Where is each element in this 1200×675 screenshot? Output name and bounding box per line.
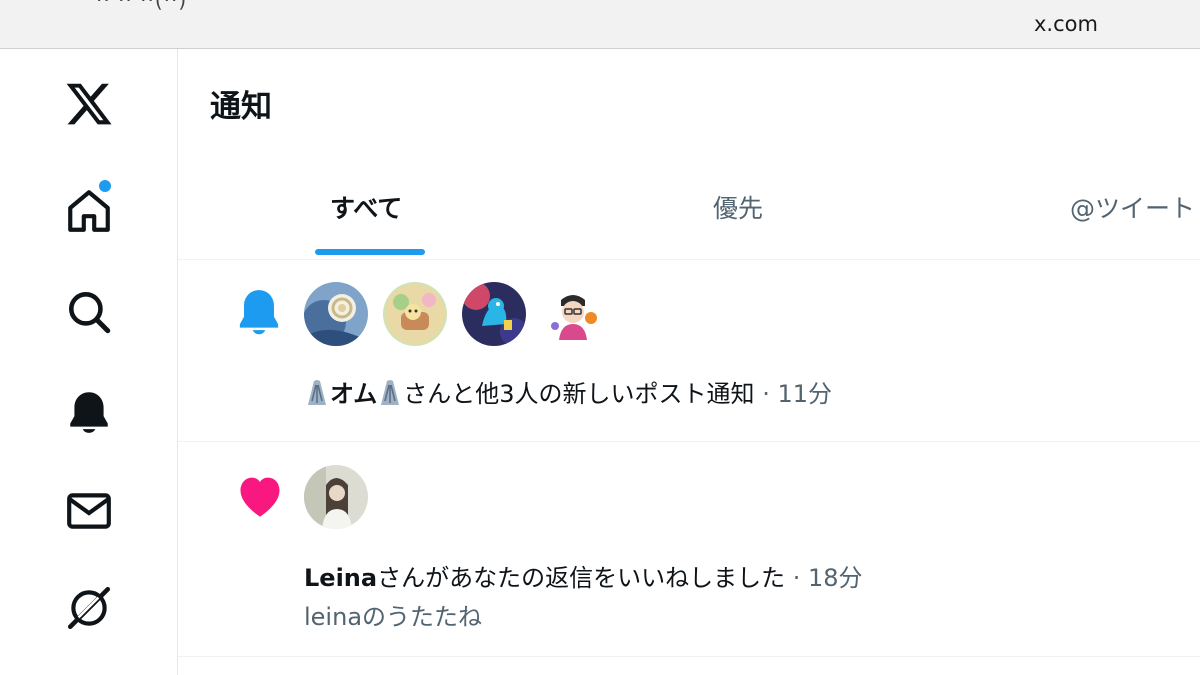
- notification-message: さんがあなたの返信をいいねしました: [377, 564, 786, 592]
- notification-message: さんと他3人の新しいポスト通知: [403, 380, 755, 408]
- notification-tabs: すべて 優先 @ツイート: [178, 179, 1200, 260]
- mail-icon[interactable]: [64, 486, 114, 536]
- timestamp: 11分: [777, 380, 832, 408]
- notifications-column: 通知 すべて 優先 @ツイート オムさんと他3人の新しいポスト通知 · 11分: [178, 49, 1200, 675]
- shell-icon: [304, 377, 330, 407]
- bell-icon[interactable]: [64, 387, 114, 437]
- x-logo-icon[interactable]: [64, 79, 114, 129]
- avatar[interactable]: [383, 282, 447, 346]
- search-icon[interactable]: [64, 287, 114, 337]
- timestamp: 18分: [807, 564, 863, 592]
- avatar[interactable]: [304, 282, 368, 346]
- tab-priority[interactable]: 優先: [713, 189, 763, 225]
- shell-icon: [377, 377, 403, 407]
- bell-filled-icon: [234, 286, 284, 342]
- address-bar-url[interactable]: x.com: [1034, 12, 1098, 36]
- tab-all[interactable]: すべて: [330, 189, 402, 225]
- browser-tab-text: ·· ·· ··(··): [96, 0, 188, 12]
- avatar[interactable]: [462, 282, 526, 346]
- home-new-indicator: [97, 178, 113, 194]
- notification-item[interactable]: Leinaさんがあなたの返信をいいねしました · 18分 leinaのうたたね: [178, 441, 1200, 657]
- avatar[interactable]: [304, 465, 368, 529]
- notification-item[interactable]: オム さんと他3人の新しいポスト通知 · 11分: [178, 260, 1200, 442]
- avatar[interactable]: [541, 282, 605, 346]
- grok-icon[interactable]: [64, 583, 114, 633]
- tab-mentions[interactable]: @ツイート: [1070, 189, 1195, 225]
- active-tab-indicator: [315, 249, 425, 255]
- separator: ·: [785, 564, 808, 592]
- page-title: 通知: [210, 89, 272, 125]
- heart-filled-icon: [234, 471, 286, 523]
- sidebar-nav: [0, 49, 178, 675]
- liked-reply-preview[interactable]: leinaのうたたね: [304, 597, 482, 632]
- separator: ·: [754, 380, 778, 408]
- notification-text: オム さんと他3人の新しいポスト通知 · 11分: [304, 374, 832, 409]
- notification-text: Leinaさんがあなたの返信をいいねしました · 18分: [304, 558, 863, 593]
- sender-name[interactable]: オム: [330, 380, 377, 408]
- browser-toolbar: ·· ·· ··(··) x.com: [0, 0, 1200, 49]
- sender-name[interactable]: Leina: [304, 564, 377, 592]
